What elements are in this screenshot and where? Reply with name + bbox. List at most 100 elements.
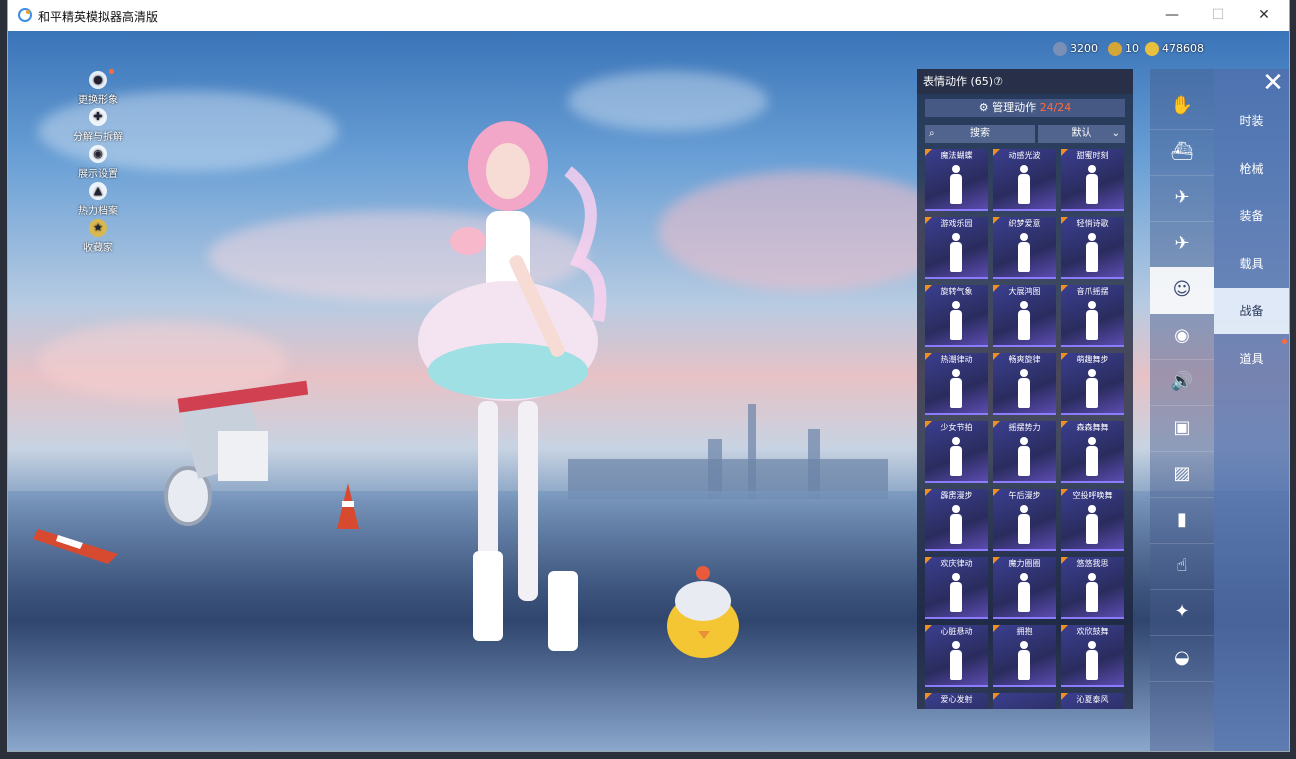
emote-label: 织梦爱意 <box>1008 219 1041 228</box>
emote-card[interactable]: 心脏悬动 <box>925 625 988 687</box>
notification-dot <box>1282 339 1287 344</box>
emote-card[interactable]: 魔法蝴蝶 <box>925 149 988 211</box>
dancer-silhouette-icon <box>1015 641 1033 681</box>
speaker-icon[interactable]: 🔊 <box>1150 359 1214 406</box>
dancer-silhouette-icon <box>947 505 965 545</box>
app-window: 和平精英模拟器高清版 — ☐ ✕ ● 更换形象 ✚ 分解与拆解 ◉ 展示设置 ▲… <box>8 0 1289 751</box>
emote-card[interactable]: 大展鸿图 <box>993 285 1056 347</box>
emote-label: 沁夏泰风 <box>1076 695 1109 704</box>
photo-icon[interactable]: ▨ <box>1150 451 1214 498</box>
emote-card[interactable]: 魔力圈圈 <box>993 557 1056 619</box>
emote-card[interactable]: 游戏乐园 <box>925 217 988 279</box>
flame-icon: ▲ <box>89 182 107 200</box>
emote-label: 音爪摇摆 <box>1076 287 1109 296</box>
plane-icon[interactable]: ✈ <box>1150 221 1214 268</box>
tap-icon[interactable]: ☝ <box>1150 543 1214 590</box>
emote-card[interactable]: 欢庆律动 <box>925 557 988 619</box>
emote-label: 大展鸿图 <box>1008 287 1041 296</box>
emote-card[interactable]: 音爪摇摆 <box>1061 285 1124 347</box>
emote-label: 空投呼唤舞 <box>1072 491 1113 500</box>
tab-5[interactable]: 战备 <box>1214 288 1289 334</box>
tab-3[interactable]: 装备 <box>1214 193 1289 239</box>
tab-4[interactable]: 载具 <box>1214 241 1289 287</box>
sort-dropdown[interactable]: 默认 ⌄ <box>1038 125 1125 143</box>
emote-card[interactable]: 动感光波 <box>993 149 1056 211</box>
close-window-button[interactable]: ✕ <box>1241 0 1287 31</box>
change-appearance-button[interactable]: ● 更换形象 <box>70 71 126 106</box>
emote-label: 欢欣鼓舞 <box>1076 627 1109 636</box>
collector-button[interactable]: ★ 收藏家 <box>70 219 126 254</box>
robot-icon[interactable]: ◉ <box>1150 313 1214 360</box>
emote-card[interactable]: 热潮律动 <box>925 353 988 415</box>
dancer-silhouette-icon <box>1083 641 1101 681</box>
emote-card[interactable]: 轻悄诗歌 <box>1061 217 1124 279</box>
minimize-button[interactable]: — <box>1149 0 1195 31</box>
smile-icon[interactable]: ☺ <box>1150 267 1214 314</box>
dancer-silhouette-icon <box>1083 437 1101 477</box>
emote-grid: 魔法蝴蝶 动感光波 甜蜜时刻游戏乐园 织梦爱意 轻悄诗歌旋转气象 大展鸿图 音爪摇摆热潮律动… <box>925 149 1127 709</box>
category-icon-column: ✋ ⛴ ✈ ✈ ☺ ◉ 🔊 ▣ ▨ ▮ ☝ ✦ ◒ <box>1150 69 1214 751</box>
close-icon[interactable]: ✕ <box>1260 69 1286 95</box>
traffic-cone-left <box>33 529 118 564</box>
emote-label: 拥抱 <box>1016 627 1033 636</box>
dancer-silhouette-icon <box>947 437 965 477</box>
emote-label: 摇摆势力 <box>1008 423 1041 432</box>
emote-card[interactable] <box>993 693 1056 709</box>
emote-label: 欢庆律动 <box>940 559 973 568</box>
currency-gold: 478608 <box>1145 41 1204 57</box>
emote-card[interactable]: 森森舞舞 <box>1061 421 1124 483</box>
manage-emotes-button[interactable]: ⚙ 管理动作 24/24 <box>925 99 1125 117</box>
emote-label: 爱心发射 <box>940 695 973 704</box>
tab-2[interactable]: 枪械 <box>1214 146 1289 192</box>
window-title: 和平精英模拟器高清版 <box>38 10 159 24</box>
emote-label: 森森舞舞 <box>1076 423 1109 432</box>
dancer-silhouette-icon <box>1083 505 1101 545</box>
face-box-icon[interactable]: ▣ <box>1150 405 1214 452</box>
emote-card[interactable]: 沁夏泰风 <box>1061 693 1124 709</box>
fan-icon[interactable]: ✋ <box>1150 83 1214 130</box>
heat-profile-button[interactable]: ▲ 热力档案 <box>70 182 126 217</box>
emote-card[interactable]: 午后漫步 <box>993 489 1056 551</box>
emote-card[interactable]: 畅爽旋律 <box>993 353 1056 415</box>
display-settings-button[interactable]: ◉ 展示设置 <box>70 145 126 180</box>
emote-card[interactable]: 爱心发射 <box>925 693 988 709</box>
sparkle-icon[interactable]: ✦ <box>1150 589 1214 636</box>
emote-card[interactable]: 空投呼唤舞 <box>1061 489 1124 551</box>
decompose-button[interactable]: ✚ 分解与拆解 <box>70 108 126 143</box>
emote-label: 魔力圈圈 <box>1008 559 1041 568</box>
maximize-button[interactable]: ☐ <box>1195 0 1241 31</box>
dancer-silhouette-icon <box>947 233 965 273</box>
emote-label: 霹雳漫步 <box>940 491 973 500</box>
person-icon: ● <box>89 71 107 89</box>
tab-1[interactable]: 时装 <box>1214 98 1289 144</box>
search-input[interactable]: ⌕ 搜索 <box>925 125 1035 143</box>
emote-card[interactable]: 拥抱 <box>993 625 1056 687</box>
main-tab-column: ✕ 时装 枪械 装备 载具 战备 道具 <box>1214 69 1289 751</box>
dancer-silhouette-icon <box>947 369 965 409</box>
drone-icon[interactable]: ✈ <box>1150 175 1214 222</box>
emote-card[interactable]: 织梦爱意 <box>993 217 1056 279</box>
emote-label: 热潮律动 <box>940 355 973 364</box>
emote-card[interactable]: 萌趣舞步 <box>1061 353 1124 415</box>
boat-icon[interactable]: ⛴ <box>1150 129 1214 176</box>
hat-icon[interactable]: ◒ <box>1150 635 1214 682</box>
emote-card[interactable]: 少女节拍 <box>925 421 988 483</box>
emote-card[interactable]: 欢欣鼓舞 <box>1061 625 1124 687</box>
extinguisher-icon[interactable]: ▮ <box>1150 497 1214 544</box>
tab-6[interactable]: 道具 <box>1214 336 1289 382</box>
emote-card[interactable]: 甜蜜时刻 <box>1061 149 1124 211</box>
game-viewport: ● 更换形象 ✚ 分解与拆解 ◉ 展示设置 ▲ 热力档案 ★ 收藏家 3200 … <box>8 31 1289 751</box>
emote-label: 畅爽旋律 <box>1008 355 1041 364</box>
notification-dot <box>109 69 114 74</box>
dancer-silhouette-icon <box>1015 505 1033 545</box>
emote-card[interactable]: 霹雳漫步 <box>925 489 988 551</box>
dancer-silhouette-icon <box>1083 233 1101 273</box>
eye-icon: ◉ <box>89 145 107 163</box>
emote-card[interactable]: 旋转气象 <box>925 285 988 347</box>
help-icon[interactable]: ⑦ <box>993 75 1003 88</box>
gold-coin-icon <box>1145 42 1159 56</box>
panel-header: 表情动作 (65)⑦ <box>917 69 1133 94</box>
emote-card[interactable]: 摇摆势力 <box>993 421 1056 483</box>
emote-card[interactable]: 悠悠我思 <box>1061 557 1124 619</box>
dancer-silhouette-icon <box>1083 573 1101 613</box>
